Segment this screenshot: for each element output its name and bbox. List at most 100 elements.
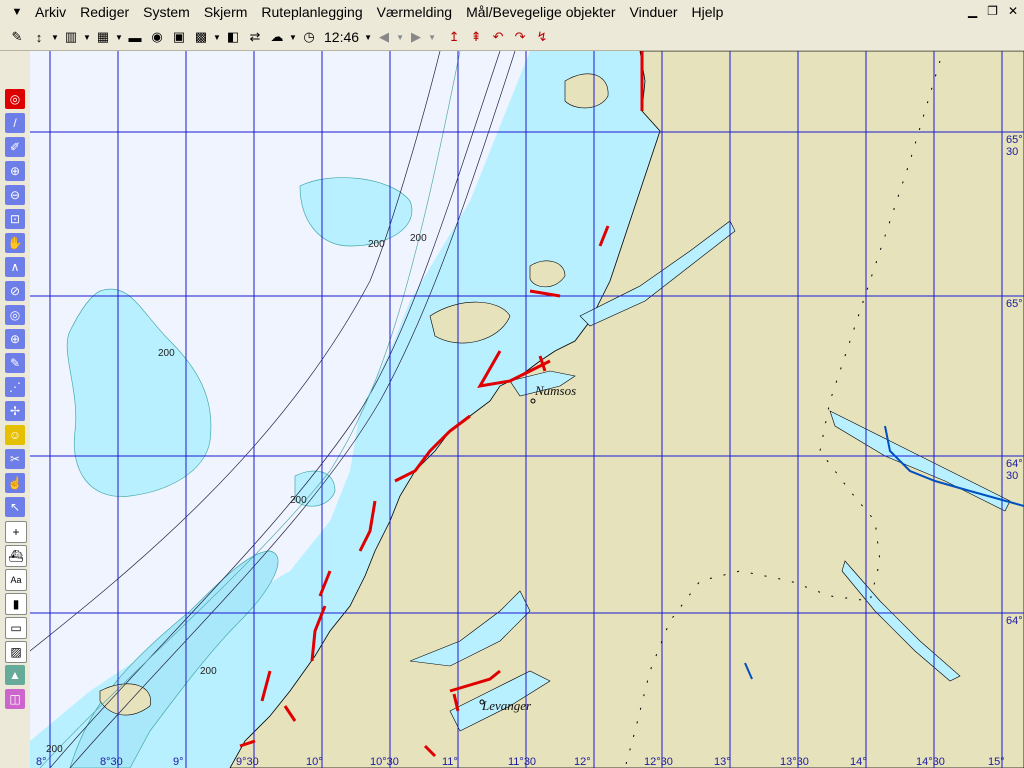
clock-icon[interactable]: ◷ bbox=[298, 26, 320, 48]
lon-label: 13°30 bbox=[780, 756, 809, 768]
lat-label: 64° bbox=[1006, 458, 1023, 470]
depth-label: 200 bbox=[158, 348, 175, 359]
left-toolbar: ◎ / ✐ ⊕ ⊖ ⊡ ✋ ∧ ⊘ ◎ ⊕ ✎ ⋰ ✢ ☺ ✂ ☝ ↖ + ⛴ … bbox=[0, 51, 31, 768]
plus-dots-icon[interactable]: ✢ bbox=[5, 401, 25, 421]
minimize-icon[interactable]: ▁ bbox=[968, 4, 977, 18]
lon-label: 9°30 bbox=[236, 756, 259, 768]
route-points-icon[interactable]: ⋰ bbox=[5, 377, 25, 397]
chevron-down-icon[interactable]: ▼ bbox=[395, 33, 405, 42]
add-box-icon[interactable]: + bbox=[5, 521, 27, 543]
pan-hand-icon[interactable]: ✋ bbox=[5, 233, 25, 253]
place-levanger: Levanger bbox=[481, 698, 532, 713]
lifebuoy-icon[interactable]: ◎ bbox=[5, 89, 25, 109]
place-namsos: Namsos bbox=[534, 383, 576, 398]
lon-label: 8°30 bbox=[100, 756, 123, 768]
menu-vinduer[interactable]: Vinduer bbox=[623, 4, 685, 20]
depth-label: 200 bbox=[200, 666, 217, 677]
lon-label: 15° bbox=[988, 756, 1005, 768]
menu-hjelp[interactable]: Hjelp bbox=[685, 4, 731, 20]
step-forward-icon[interactable]: ▶ bbox=[405, 26, 427, 48]
chevron-down-icon[interactable]: ▼ bbox=[363, 33, 373, 42]
lat-label: 65° bbox=[1006, 134, 1023, 146]
globe-icon[interactable]: ◉ bbox=[146, 26, 168, 48]
menu-maal-bevegelige-objekter[interactable]: Mål/Bevegelige objekter bbox=[459, 4, 622, 20]
lon-labels: 8° 8°30 9° 9°30 10° 10°30 11° 11°30 12° … bbox=[36, 756, 1005, 768]
toolbar: ✎ ↕ ▼ ▥ ▼ ▦ ▼ ▬ ◉ ▣ ▩ ▼ ◧ ⇄ ☁ ▼ ◷ 12:46 … bbox=[0, 24, 1024, 51]
windows-icon[interactable]: ◫ bbox=[5, 689, 25, 709]
nautical-chart[interactable]: Namsos Levanger 200 200 200 200 200 200 … bbox=[30, 51, 1024, 768]
lat-label: 30 bbox=[1006, 470, 1018, 482]
lon-label: 14°30 bbox=[916, 756, 945, 768]
picture-icon[interactable]: ▣ bbox=[168, 26, 190, 48]
island bbox=[564, 73, 609, 109]
red-pen-icon[interactable]: / bbox=[5, 113, 25, 133]
level-icon[interactable]: ▮ bbox=[5, 593, 27, 615]
scissors-icon[interactable]: ✂ bbox=[5, 449, 25, 469]
route-tool-icon[interactable]: ↕ bbox=[28, 26, 50, 48]
menu-ruteplanlegging[interactable]: Ruteplanlegging bbox=[254, 4, 369, 20]
lon-label: 8° bbox=[36, 756, 47, 768]
lon-label: 10°30 bbox=[370, 756, 399, 768]
restore-icon[interactable]: ❐ bbox=[987, 4, 998, 18]
cloud-icon[interactable]: ☁ bbox=[266, 26, 288, 48]
depth-label: 200 bbox=[46, 744, 63, 755]
waypoint-up-icon[interactable]: ↥ bbox=[443, 26, 465, 48]
cursor-arrow-icon[interactable]: ↖ bbox=[5, 497, 25, 517]
lon-label: 12° bbox=[574, 756, 591, 768]
depth-label: 200 bbox=[290, 495, 307, 506]
lon-label: 12°30 bbox=[644, 756, 673, 768]
target-icon[interactable]: ◎ bbox=[5, 305, 25, 325]
landscape-icon[interactable]: ▲ bbox=[5, 665, 25, 685]
layers-icon[interactable]: ◧ bbox=[222, 26, 244, 48]
clock-time: 12:46 bbox=[324, 29, 360, 45]
text-tool-icon[interactable]: Aa bbox=[5, 569, 27, 591]
menu-vaermelding[interactable]: Værmelding bbox=[370, 4, 459, 20]
map-layer-icon[interactable]: ▦ bbox=[92, 26, 114, 48]
angle-icon[interactable]: ∧ bbox=[5, 257, 25, 277]
lon-label: 13° bbox=[714, 756, 731, 768]
chart-icon[interactable]: ▥ bbox=[60, 26, 82, 48]
pointing-hand-icon[interactable]: ☝ bbox=[5, 473, 25, 493]
smiley-icon[interactable]: ☺ bbox=[5, 425, 25, 445]
menu-bar: ▼ Arkiv Rediger System Skjerm Ruteplanle… bbox=[0, 0, 1024, 24]
chart-canvas[interactable]: Namsos Levanger 200 200 200 200 200 200 … bbox=[30, 51, 1024, 768]
depth-label: 200 bbox=[410, 233, 427, 244]
ship-icon[interactable]: ⛴ bbox=[5, 545, 27, 567]
menu-rediger[interactable]: Rediger bbox=[73, 4, 136, 20]
measure-icon[interactable]: ⊘ bbox=[5, 281, 25, 301]
undo-icon[interactable]: ↶ bbox=[487, 26, 509, 48]
chevron-down-icon[interactable]: ▼ bbox=[212, 33, 222, 42]
rectangle-icon[interactable]: ▭ bbox=[5, 617, 27, 639]
menu-arkiv[interactable]: Arkiv bbox=[28, 4, 73, 20]
chevron-down-icon[interactable]: ▼ bbox=[82, 33, 92, 42]
pen-icon[interactable]: ✐ bbox=[5, 137, 25, 157]
waypoint-add-icon[interactable]: ⇞ bbox=[465, 26, 487, 48]
marker-icon[interactable]: ✎ bbox=[5, 353, 25, 373]
chevron-down-icon[interactable]: ▼ bbox=[50, 33, 60, 42]
menu-system[interactable]: System bbox=[136, 4, 197, 20]
lat-label: 64° bbox=[1006, 615, 1023, 627]
depth-label: 200 bbox=[368, 239, 385, 250]
crosshair-icon[interactable]: ⊕ bbox=[5, 329, 25, 349]
hatch-icon[interactable]: ▨ bbox=[5, 641, 27, 663]
lat-label: 65° bbox=[1006, 298, 1023, 310]
lon-label: 14° bbox=[850, 756, 867, 768]
chevron-down-icon[interactable]: ▼ bbox=[114, 33, 124, 42]
lon-label: 10° bbox=[306, 756, 323, 768]
step-back-icon[interactable]: ◀ bbox=[373, 26, 395, 48]
pencil-icon[interactable]: ✎ bbox=[6, 26, 28, 48]
close-icon[interactable]: ✕ bbox=[1008, 4, 1018, 18]
chevron-down-icon[interactable]: ▼ bbox=[288, 33, 298, 42]
swap-icon[interactable]: ⇄ bbox=[244, 26, 266, 48]
zoom-area-icon[interactable]: ⊡ bbox=[5, 209, 25, 229]
zoom-out-icon[interactable]: ⊖ bbox=[5, 185, 25, 205]
redo-icon[interactable]: ↷ bbox=[509, 26, 531, 48]
display-icon[interactable]: ▬ bbox=[124, 26, 146, 48]
chevron-down-icon[interactable]: ▼ bbox=[427, 33, 437, 42]
menu-skjerm[interactable]: Skjerm bbox=[197, 4, 255, 20]
shallow-patch bbox=[66, 288, 212, 497]
route-delete-icon[interactable]: ↯ bbox=[531, 26, 553, 48]
radar-icon[interactable]: ▩ bbox=[190, 26, 212, 48]
system-menu-icon[interactable]: ▼ bbox=[6, 1, 28, 23]
zoom-in-icon[interactable]: ⊕ bbox=[5, 161, 25, 181]
